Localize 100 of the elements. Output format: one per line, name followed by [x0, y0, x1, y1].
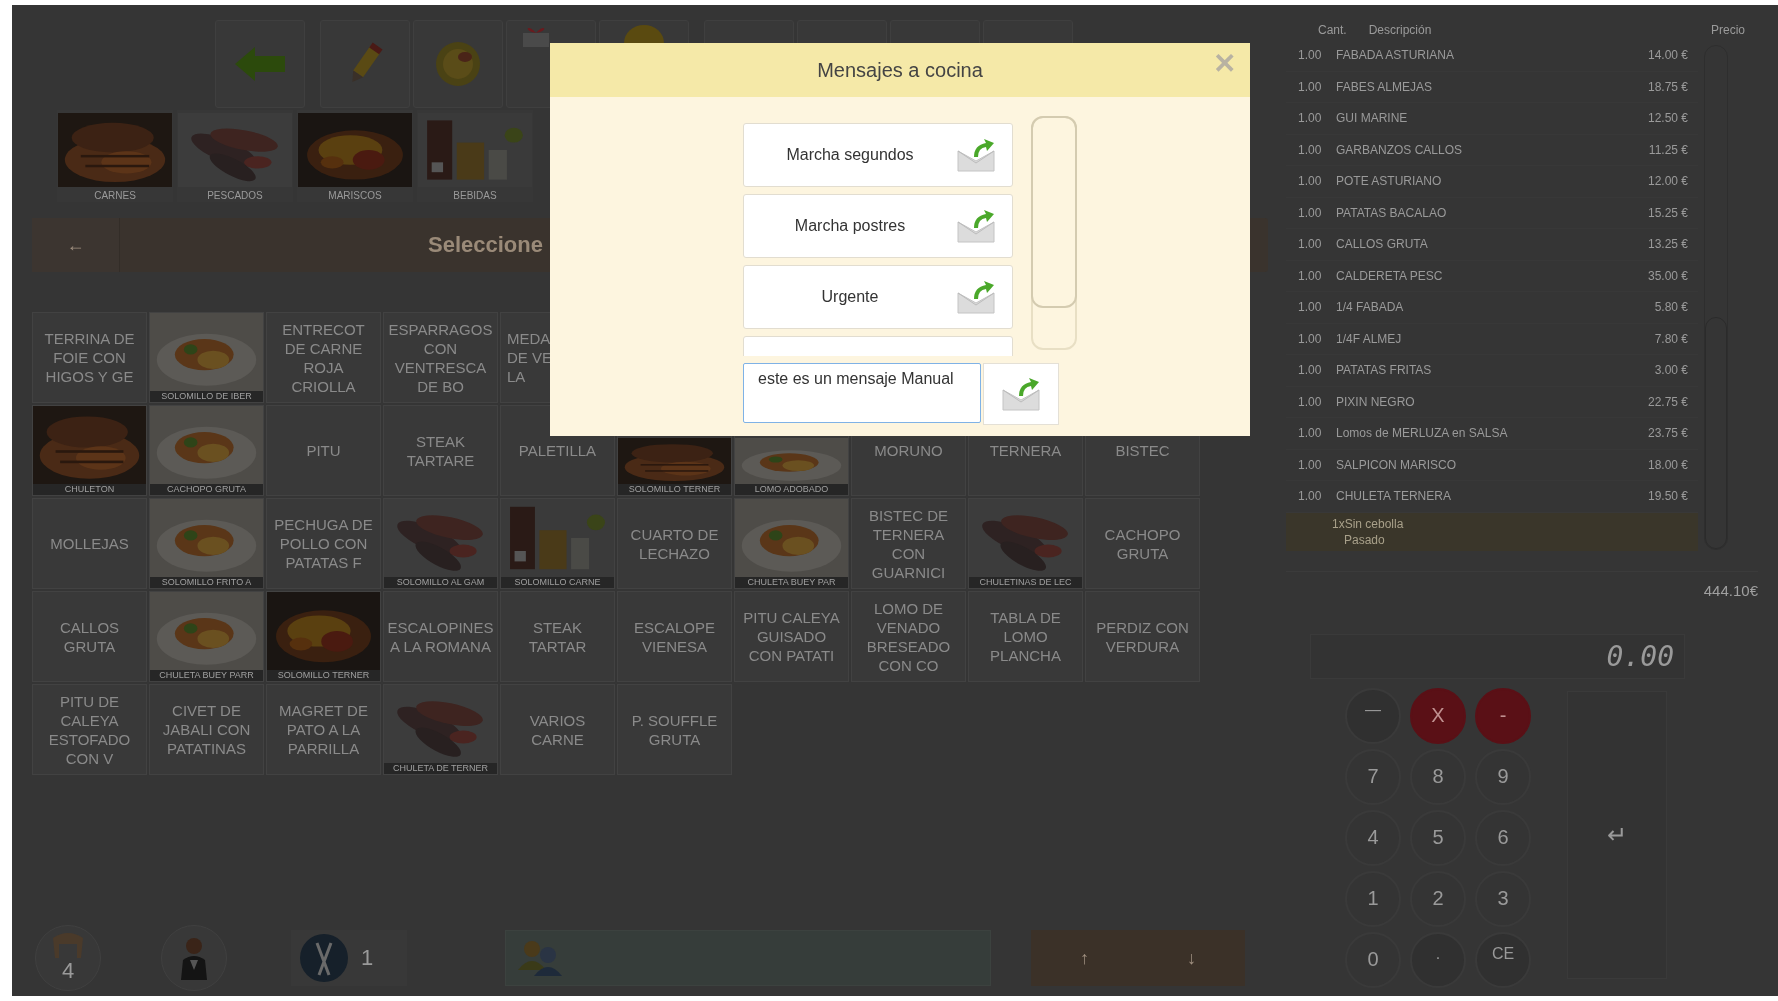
product-button[interactable]: CHULETA BUEY PAR: [734, 498, 849, 589]
product-button[interactable]: CIVET DE JABALI CON PATATINAS: [149, 684, 264, 775]
product-button[interactable]: SOLOMILLO AL GAM: [383, 498, 498, 589]
product-button[interactable]: CACHOPO GRUTA: [149, 405, 264, 496]
category-button[interactable]: MARISCOS: [297, 110, 413, 202]
keypad-key[interactable]: X: [1410, 687, 1466, 744]
product-button[interactable]: MOLLEJAS: [32, 498, 147, 589]
toolbar-button[interactable]: [215, 20, 305, 108]
coin-icon: [624, 25, 664, 43]
category-button[interactable]: CARNES: [57, 110, 173, 202]
product-button[interactable]: SOLOMILLO DE IBER: [149, 312, 264, 403]
product-button[interactable]: SOLOMILLO CARNE: [500, 498, 615, 589]
toolbar-button[interactable]: [413, 20, 503, 108]
category-button[interactable]: BEBIDAS: [417, 110, 533, 202]
column-header: Precio: [1711, 23, 1745, 37]
description-cell-text: GARBANZOS CALLOS: [1336, 142, 1464, 157]
keypad-key[interactable]: -: [1475, 687, 1531, 744]
quantity-cell-text: 1.00: [1298, 457, 1323, 472]
quantity-cell-text: 1.00: [1298, 489, 1323, 504]
price-cell-text: 14.00 €: [1646, 48, 1689, 63]
quantity-cell-text: 1.00: [1298, 237, 1323, 252]
dialog-title: Mensajes a cocina: [817, 58, 983, 82]
product-button[interactable]: PITU DE CALEYA ESTOFADO CON V: [32, 684, 147, 775]
keypad-key[interactable]: 0: [1345, 931, 1401, 988]
category-button[interactable]: PESCADOS: [177, 110, 293, 202]
product-button[interactable]: ESCALOPINES A LA ROMANA: [383, 591, 498, 682]
message-button[interactable]: Urgente: [743, 265, 1013, 329]
quantity-cell-text: 1.00: [1298, 363, 1323, 378]
description-cell-text: PATATAS FRITAS: [1336, 363, 1433, 378]
product-button[interactable]: VARIOS CARNE: [500, 684, 615, 775]
diners-button[interactable]: 4: [35, 925, 101, 991]
keypad-key[interactable]: 8: [1410, 748, 1466, 805]
enter-key[interactable]: ↵: [1567, 690, 1667, 979]
product-button[interactable]: ESCALOPE VIENESA: [617, 591, 732, 682]
price-cell-text: 15.25 €: [1646, 205, 1689, 220]
product-button[interactable]: MAGRET DE PATO A LA PARRILLA: [266, 684, 381, 775]
product-button[interactable]: CHULETINAS DE LEC: [968, 498, 1083, 589]
price-cell-text: 35.00 €: [1646, 268, 1689, 283]
product-button[interactable]: CHULETON: [32, 405, 147, 496]
product-button[interactable]: STEAK TARTARE: [383, 405, 498, 496]
product-button[interactable]: TABLA DE LOMO PLANCHA: [968, 591, 1083, 682]
product-button[interactable]: CALLOS GRUTA: [32, 591, 147, 682]
product-button[interactable]: SOLOMILLO TERNER: [266, 591, 381, 682]
product-button[interactable]: CACHOPO GRUTA: [1085, 498, 1200, 589]
description-cell-text: CALDERETA PESC: [1336, 268, 1444, 283]
product-button[interactable]: LOMO DE VENADO BRESEADO CON CO: [851, 591, 966, 682]
quantity-cell-text: 1.00: [1298, 142, 1323, 157]
message-field[interactable]: este es un mensaje Manual: [743, 363, 981, 423]
product-button[interactable]: ENTRECOT DE CARNE ROJA CRIOLLA: [266, 312, 381, 403]
keypad-key[interactable]: 6: [1475, 809, 1531, 866]
product-button[interactable]: ESPARRAGOS CON VENTRESCA DE BO: [383, 312, 498, 403]
keypad-key[interactable]: 5: [1410, 809, 1466, 866]
envelope-arrow-icon: [956, 279, 996, 315]
price-cell-text: 13.25 €: [1646, 237, 1689, 252]
send-button[interactable]: [983, 363, 1059, 425]
price-cell-text: 12.50 €: [1646, 111, 1689, 126]
product-button[interactable]: PITU CALEYA GUISADO CON PATATI: [734, 591, 849, 682]
quantity-cell-text: 1.00: [1298, 205, 1323, 220]
toolbar-button[interactable]: [320, 20, 410, 108]
product-button[interactable]: BISTEC DE TERNERA CON GUARNICI: [851, 498, 966, 589]
down-button[interactable]: ↓: [1187, 947, 1196, 969]
product-button[interactable]: P. SOUFFLE GRUTA: [617, 684, 732, 775]
order-note: 1xSin cebolla Pasado: [1286, 512, 1698, 551]
description-cell-text: PIXIN NEGRO: [1336, 394, 1416, 409]
keypad-key[interactable]: 4: [1345, 809, 1401, 866]
description-cell-text: PATATAS BACALAO: [1336, 205, 1448, 220]
keypad-key[interactable]: 3: [1475, 870, 1531, 927]
total-amount: 444.10€: [1703, 581, 1758, 599]
quantity-cell-text: 1.00: [1298, 268, 1323, 283]
keypad-key[interactable]: 1: [1345, 870, 1401, 927]
description-cell-text: GUI MARINE: [1336, 111, 1409, 126]
up-button[interactable]: ↑: [1080, 947, 1089, 969]
keypad-key[interactable]: —: [1345, 687, 1401, 744]
quantity-cell-text: 1.00: [1298, 174, 1323, 189]
envelope-arrow-icon: [956, 137, 996, 173]
product-button[interactable]: PECHUGA DE POLLO CON PATATAS F: [266, 498, 381, 589]
gift-icon: [521, 25, 551, 47]
keypad-key[interactable]: .: [1410, 931, 1466, 988]
product-button[interactable]: TERRINA DE FOIE CON HIGOS Y GE: [32, 312, 147, 403]
back-button[interactable]: ←: [32, 218, 120, 272]
product-button[interactable]: PITU: [266, 405, 381, 496]
keypad-key[interactable]: 9: [1475, 748, 1531, 805]
message-button[interactable]: Marcha segundos: [743, 123, 1013, 187]
price-cell-text: 7.80 €: [1653, 331, 1689, 346]
customer-field[interactable]: [505, 930, 991, 986]
product-button[interactable]: CUARTO DE LECHAZO: [617, 498, 732, 589]
product-button[interactable]: STEAK TARTAR: [500, 591, 615, 682]
price-cell-text: 12.00 €: [1646, 174, 1689, 189]
keypad-key[interactable]: 7: [1345, 748, 1401, 805]
product-button[interactable]: PERDIZ CON VERDURA: [1085, 591, 1200, 682]
product-button[interactable]: SOLOMILLO FRITO A: [149, 498, 264, 589]
amount-display: 0.00: [1310, 633, 1685, 679]
price-cell-text: 11.25 €: [1647, 142, 1689, 157]
keypad-key[interactable]: CE: [1475, 931, 1531, 988]
message-button[interactable]: Marcha postres: [743, 194, 1013, 258]
description-cell-text: 1/4 FABADA: [1336, 300, 1405, 315]
description-cell-text: FABES ALMEJAS: [1336, 79, 1434, 94]
keypad-key[interactable]: 2: [1410, 870, 1466, 927]
product-button[interactable]: CHULETA DE TERNER: [383, 684, 498, 775]
product-button[interactable]: CHULETA BUEY PARR: [149, 591, 264, 682]
